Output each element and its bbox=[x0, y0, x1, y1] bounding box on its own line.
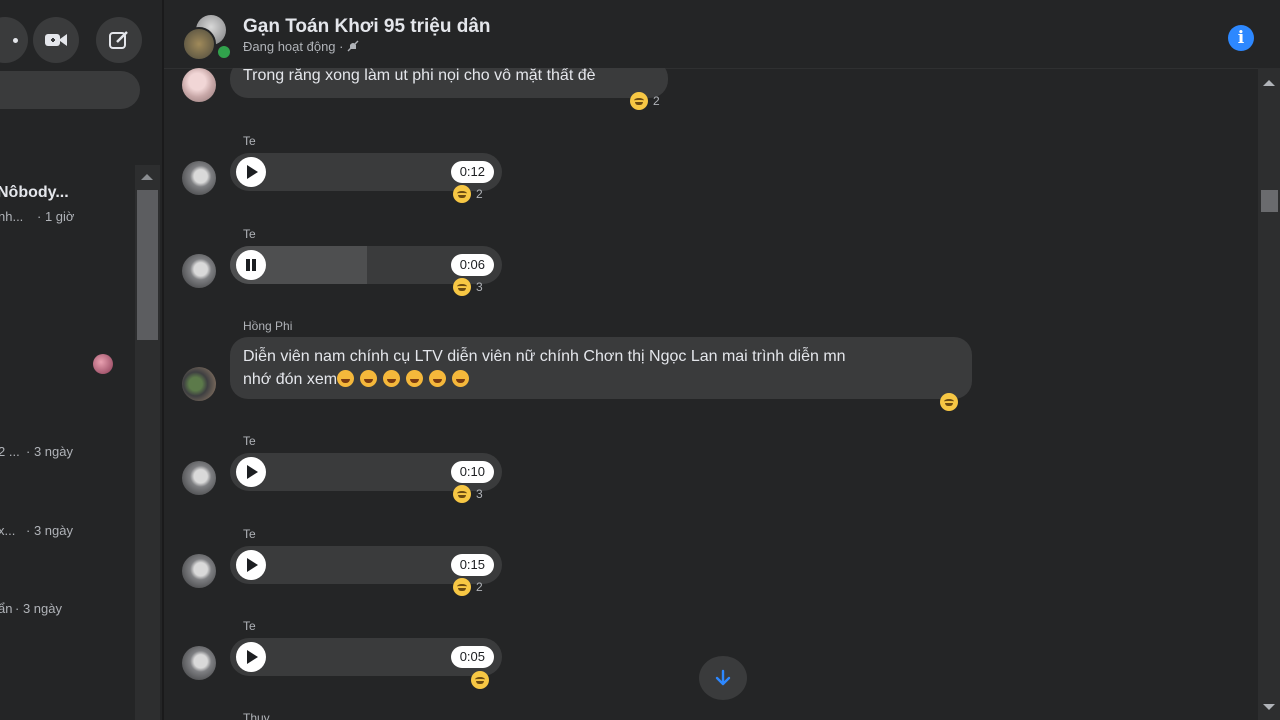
new-message-icon bbox=[109, 31, 128, 49]
video-call-button[interactable] bbox=[33, 17, 79, 63]
sender-avatar[interactable] bbox=[182, 161, 216, 195]
message-reaction[interactable]: 3 bbox=[453, 484, 483, 504]
voice-message[interactable]: 0:05 bbox=[230, 638, 502, 676]
conversation-preview: ẩn bbox=[0, 601, 13, 616]
conversation-time: · 3 ngày bbox=[26, 523, 73, 538]
seen-avatar bbox=[93, 354, 113, 374]
message-reaction[interactable]: 2 bbox=[453, 184, 483, 204]
info-icon[interactable]: i bbox=[1228, 25, 1254, 51]
conversation-time: · 3 ngày bbox=[15, 601, 62, 616]
rofl-emoji-icon bbox=[406, 370, 424, 387]
sender-avatar[interactable] bbox=[182, 646, 216, 680]
rofl-emoji-icon bbox=[383, 370, 401, 387]
online-status-dot bbox=[216, 44, 232, 60]
voice-duration: 0:05 bbox=[450, 646, 494, 668]
conversation-time: · 1 giờ bbox=[37, 209, 75, 224]
sender-avatar[interactable] bbox=[182, 554, 216, 588]
scroll-to-bottom-button[interactable] bbox=[699, 656, 747, 700]
play-button[interactable] bbox=[236, 550, 266, 580]
smile-emoji-icon bbox=[453, 278, 471, 296]
message-reaction[interactable] bbox=[940, 392, 958, 412]
pause-icon bbox=[252, 259, 256, 271]
arrow-down-icon bbox=[715, 669, 731, 686]
conversation-sidebar: Nôbody... nh... · 1 giờ 2 ... · 3 ngày x… bbox=[0, 0, 162, 720]
pause-button[interactable] bbox=[236, 250, 266, 280]
message-text: nhớ đón xem bbox=[243, 371, 338, 388]
voice-duration: 0:12 bbox=[450, 161, 494, 183]
play-button[interactable] bbox=[236, 457, 266, 487]
video-call-icon bbox=[45, 34, 67, 46]
reaction-count: 2 bbox=[476, 187, 483, 201]
smile-emoji-icon bbox=[940, 393, 958, 411]
sender-name: Te bbox=[243, 619, 256, 633]
message-scrollbar[interactable] bbox=[1258, 68, 1280, 720]
more-icon bbox=[12, 37, 18, 43]
scroll-up-arrow-icon[interactable] bbox=[1263, 80, 1275, 86]
play-icon bbox=[247, 465, 258, 479]
sender-avatar[interactable] bbox=[182, 367, 216, 401]
reaction-count: 3 bbox=[476, 487, 483, 501]
message-reaction[interactable]: 2 bbox=[453, 577, 483, 597]
scroll-up-arrow-icon[interactable] bbox=[141, 174, 153, 180]
conversation-name[interactable]: Nôbody... bbox=[0, 184, 69, 202]
message-text: Trong răng xong làm ut phi nọi cho vô mặ… bbox=[243, 68, 596, 84]
activity-status-text: Đang hoạt động · bbox=[243, 39, 344, 54]
pause-icon bbox=[246, 259, 250, 271]
sender-avatar[interactable] bbox=[182, 68, 216, 102]
sender-name: Te bbox=[243, 227, 256, 241]
sender-name: Te bbox=[243, 527, 256, 541]
sidebar-scroll-thumb[interactable] bbox=[137, 190, 158, 340]
message-text: Diễn viên nam chính cụ LTV diễn viên nữ … bbox=[243, 348, 846, 365]
play-icon bbox=[247, 650, 258, 664]
smile-emoji-icon bbox=[453, 485, 471, 503]
search-input[interactable] bbox=[0, 71, 140, 109]
sender-name: Te bbox=[243, 434, 256, 448]
voice-duration: 0:06 bbox=[450, 254, 494, 276]
scroll-down-arrow-icon[interactable] bbox=[1263, 704, 1275, 710]
sender-name: Thuy bbox=[243, 711, 270, 720]
voice-duration: 0:10 bbox=[450, 461, 494, 483]
chat-header: Gạn Toán Khơi 95 triệu dân Đang hoạt độn… bbox=[164, 0, 1280, 69]
sender-avatar[interactable] bbox=[182, 461, 216, 495]
play-icon bbox=[247, 165, 258, 179]
conversation-preview: nh... bbox=[0, 209, 24, 224]
message-reaction[interactable]: 3 bbox=[453, 277, 483, 297]
smile-emoji-icon bbox=[630, 92, 648, 110]
message-bubble[interactable]: Diễn viên nam chính cụ LTV diễn viên nữ … bbox=[230, 337, 972, 399]
rofl-emoji-icon bbox=[452, 370, 470, 387]
smile-emoji-icon bbox=[453, 578, 471, 596]
play-icon bbox=[247, 558, 258, 572]
rofl-emoji-icon bbox=[337, 370, 355, 387]
rofl-emoji-icon bbox=[429, 370, 447, 387]
message-bubble[interactable]: Trong răng xong làm ut phi nọi cho vô mặ… bbox=[230, 68, 668, 98]
message-reaction[interactable]: 2 bbox=[630, 91, 660, 111]
more-options-button[interactable] bbox=[0, 17, 28, 63]
sender-name: Hồng Phi bbox=[243, 319, 293, 333]
sender-avatar[interactable] bbox=[182, 254, 216, 288]
rofl-emoji-icon bbox=[360, 370, 378, 387]
message-text-line: nhớ đón xem bbox=[243, 369, 475, 391]
voice-duration: 0:15 bbox=[450, 554, 494, 576]
play-button[interactable] bbox=[236, 157, 266, 187]
message-scroll-thumb[interactable] bbox=[1261, 190, 1278, 212]
conversation-preview: 2 ... bbox=[0, 444, 20, 459]
conversation-preview: x... bbox=[0, 523, 16, 538]
new-message-button[interactable] bbox=[96, 17, 142, 63]
message-reaction[interactable] bbox=[471, 670, 489, 690]
play-button[interactable] bbox=[236, 642, 266, 672]
reaction-count: 2 bbox=[476, 580, 483, 594]
muted-bell-icon bbox=[347, 40, 359, 52]
sender-name: Te bbox=[243, 134, 256, 148]
reaction-count: 2 bbox=[653, 94, 660, 108]
reaction-count: 3 bbox=[476, 280, 483, 294]
activity-status: Đang hoạt động · bbox=[243, 39, 359, 54]
message-list: Trong răng xong làm ut phi nọi cho vô mặ… bbox=[164, 68, 1256, 720]
conversation-time: · 3 ngày bbox=[26, 444, 73, 459]
smile-emoji-icon bbox=[453, 185, 471, 203]
smile-emoji-icon bbox=[471, 671, 489, 689]
conversation-title[interactable]: Gạn Toán Khơi 95 triệu dân bbox=[243, 16, 491, 38]
